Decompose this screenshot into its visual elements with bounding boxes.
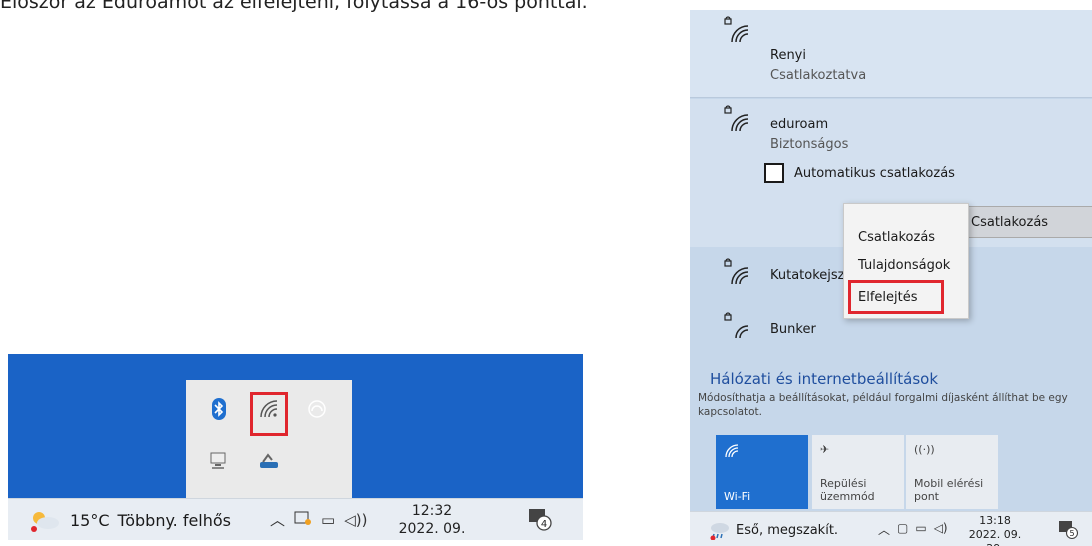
weather-icon — [710, 523, 729, 540]
notif-count: 5 — [1069, 529, 1074, 538]
meet-now-icon[interactable]: ▢ — [897, 521, 908, 538]
menu-item-properties[interactable]: Tulajdonságok — [858, 258, 950, 273]
notification-icon[interactable]: 5 — [1058, 519, 1079, 543]
network-name: Bunker — [770, 322, 816, 337]
notif-count: 4 — [541, 519, 547, 530]
left-screenshot: 15°C Többny. felhős ︿ ▭ ◁)) 12:32 2022. … — [8, 354, 583, 540]
weather-icon — [31, 512, 59, 532]
weather-text: Eső, megszakít. — [736, 522, 839, 538]
taskbar: 15°C Többny. felhős ︿ ▭ ◁)) 12:32 2022. … — [8, 498, 583, 540]
headphones-icon[interactable] — [302, 394, 332, 424]
drive-icon[interactable] — [254, 446, 284, 476]
clock-date: 2022. 09. 29. — [398, 521, 466, 540]
auto-connect-label: Automatikus csatlakozás — [794, 165, 955, 181]
battery-icon[interactable]: ▭ — [321, 511, 335, 529]
notification-icon[interactable]: 4 — [528, 507, 552, 535]
airplane-mode-tile[interactable]: ✈ Repülési üzemmód — [812, 435, 904, 509]
clock-date: 2022. 09. 29. — [968, 528, 1022, 546]
instruction-text: Először az Eduroamot az elfelejteni, fol… — [0, 0, 588, 13]
clock-time: 13:18 — [979, 514, 1011, 527]
meet-now-icon[interactable] — [294, 510, 312, 530]
tile-label: pont — [914, 490, 939, 503]
menu-item-connect[interactable]: Csatlakozás — [858, 230, 935, 245]
network-settings-link[interactable]: Hálózati és internetbeállítások — [710, 370, 938, 388]
connect-button[interactable]: Csatlakozás — [966, 206, 1092, 238]
tile-label: Mobil elérési — [914, 477, 984, 490]
mobile-hotspot-tile[interactable]: ((·)) Mobil elérési pont — [906, 435, 998, 509]
tile-label: üzemmód — [820, 490, 875, 503]
battery-icon[interactable]: ▭ — [915, 521, 926, 538]
bluetooth-icon[interactable] — [204, 394, 234, 424]
network-name: Kutatokejsz — [770, 268, 845, 283]
clock[interactable]: 12:32 2022. 09. 29. — [392, 502, 472, 540]
system-tray: ︿ ▭ ◁)) — [270, 509, 367, 530]
wifi-secure-icon — [724, 16, 750, 48]
wifi-secure-icon — [724, 258, 750, 290]
network-name: eduroam — [770, 117, 829, 132]
tile-label: Repülési — [820, 477, 867, 490]
network-item-renyi[interactable]: Renyi Csatlakoztatva — [690, 10, 1092, 98]
chevron-up-icon[interactable]: ︿ — [270, 509, 285, 530]
network-name: Renyi — [770, 48, 806, 63]
network-status: Biztonságos — [770, 137, 849, 152]
volume-icon[interactable]: ◁)) — [344, 511, 367, 529]
system-tray: ︿ ▢ ▭ ◁) — [878, 521, 948, 538]
tile-label: Wi-Fi — [724, 490, 751, 503]
airplane-icon: ✈ — [820, 443, 830, 456]
taskbar: Eső, megszakít. ︿ ▢ ▭ ◁) 13:18 2022. 09.… — [690, 511, 1092, 546]
volume-icon[interactable]: ◁) — [934, 521, 948, 538]
wifi-highlight-box — [250, 392, 288, 436]
hidden-icons-popup — [186, 380, 352, 498]
weather-widget[interactable]: Eső, megszakít. — [708, 520, 838, 540]
clock-time: 12:32 — [411, 503, 453, 519]
weather-widget[interactable]: 15°C Többny. felhős — [26, 507, 231, 533]
chevron-up-icon[interactable]: ︿ — [878, 521, 890, 538]
weather-temp: 15°C — [70, 510, 110, 530]
forget-highlight-box — [848, 280, 944, 314]
wifi-secure-icon — [724, 312, 750, 344]
network-status: Csatlakoztatva — [770, 68, 867, 83]
checkbox-box[interactable] — [764, 163, 784, 183]
right-screenshot: Renyi Csatlakoztatva eduroam Biztonságos… — [690, 10, 1092, 546]
clock[interactable]: 13:18 2022. 09. 29. — [962, 514, 1028, 546]
weather-text: Többny. felhős — [117, 510, 231, 530]
auto-connect-checkbox[interactable]: Automatikus csatlakozás — [764, 163, 955, 183]
network-computer-icon[interactable] — [204, 446, 234, 476]
context-menu: Csatlakozás Tulajdonságok Elfelejtés — [843, 203, 969, 319]
hotspot-icon: ((·)) — [914, 443, 935, 456]
wifi-secure-icon — [724, 105, 750, 137]
wifi-icon — [724, 444, 740, 462]
settings-description: Módosíthatja a beállításokat, például fo… — [698, 392, 1068, 418]
wifi-toggle-tile[interactable]: Wi-Fi — [716, 435, 808, 509]
